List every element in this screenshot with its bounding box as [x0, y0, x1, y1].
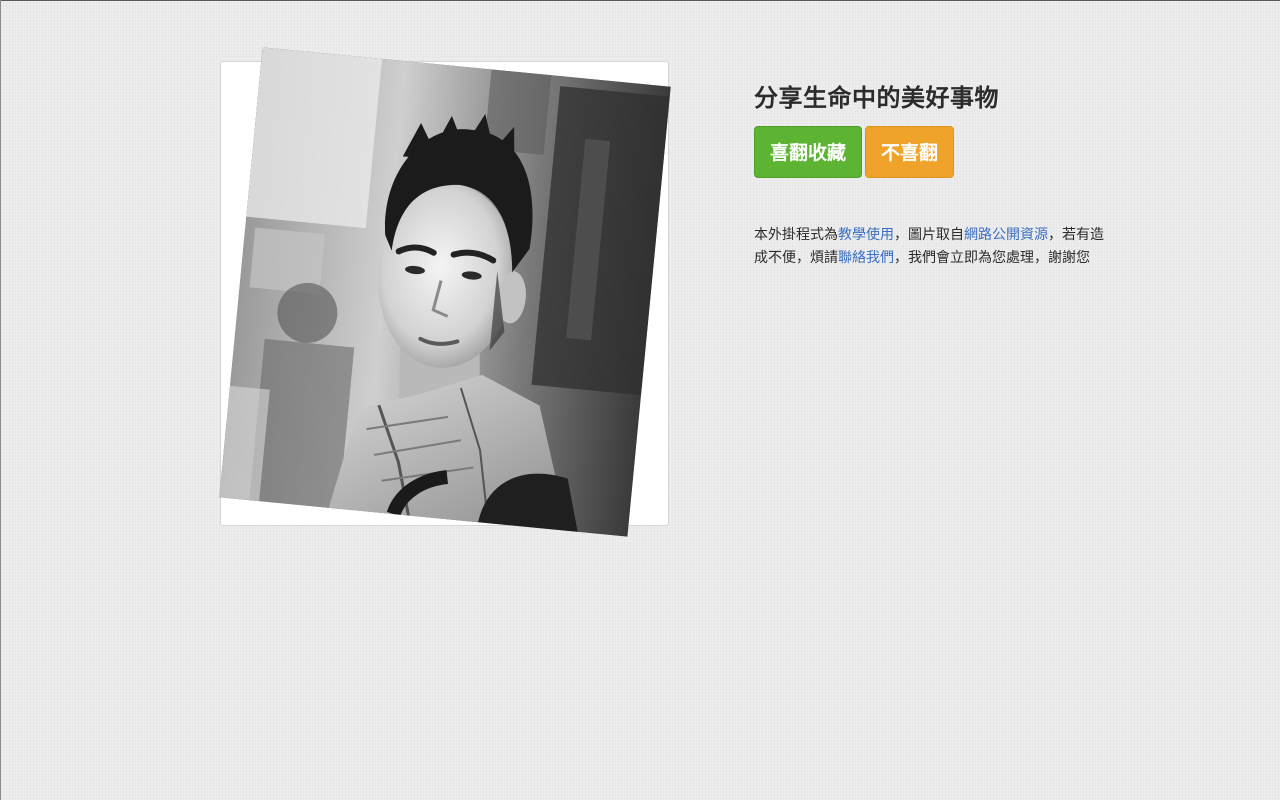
notice-text: ，圖片取自 [894, 227, 964, 243]
window-left-border [0, 0, 1, 800]
notice-text: ，我們會立即為您處理，謝謝您 [894, 250, 1090, 266]
info-panel: 分享生命中的美好事物 喜翻收藏 不喜翻 本外掛程式為教學使用，圖片取自網路公開資… [754, 80, 1114, 270]
notice-text: 本外掛程式為 [754, 227, 838, 243]
portrait-photo [219, 47, 671, 537]
window-top-border [0, 0, 1280, 1]
disclaimer-notice: 本外掛程式為教學使用，圖片取自網路公開資源，若有造成不便，煩請聯絡我們，我們會立… [754, 224, 1114, 270]
public-resources-link[interactable]: 網路公開資源 [964, 227, 1048, 243]
like-button[interactable]: 喜翻收藏 [754, 126, 863, 178]
dislike-button[interactable]: 不喜翻 [865, 126, 955, 178]
headline: 分享生命中的美好事物 [754, 84, 999, 112]
teaching-use-link[interactable]: 教學使用 [838, 227, 894, 243]
contact-us-link[interactable]: 聯絡我們 [838, 250, 894, 266]
action-buttons: 喜翻收藏 不喜翻 [754, 126, 1114, 178]
portrait-photo-image [219, 47, 671, 537]
